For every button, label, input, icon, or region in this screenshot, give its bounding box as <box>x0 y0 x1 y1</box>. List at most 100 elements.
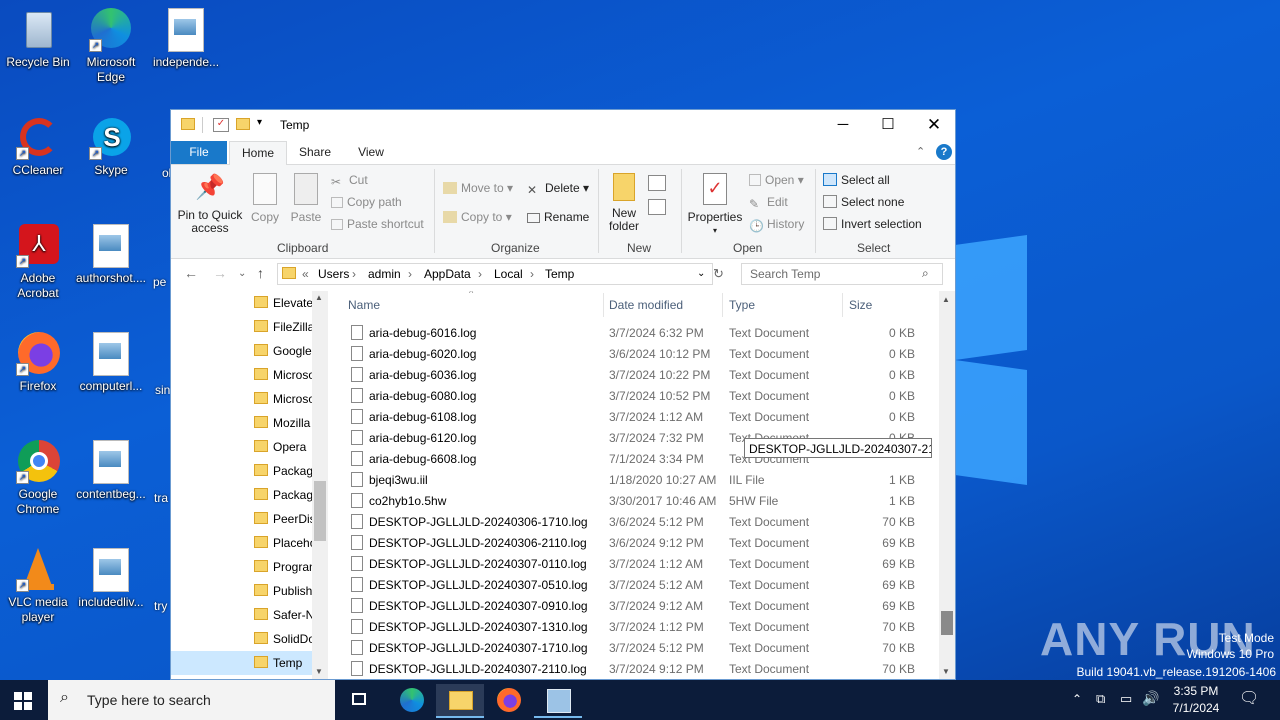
forward-arrow-icon[interactable]: → <box>213 265 227 281</box>
clock-time[interactable]: 3:35 PM <box>1173 684 1219 698</box>
desktop-icon-recycle-bin[interactable]: Recycle Bin <box>0 8 76 70</box>
close-icon[interactable]: ✕ <box>911 110 955 140</box>
file-scroll-thumb[interactable] <box>941 611 953 635</box>
collapse-ribbon-icon[interactable]: ⌃ <box>916 145 925 158</box>
properties-quick-icon[interactable]: ✓ <box>213 118 229 132</box>
clock-date[interactable]: 7/1/2024 <box>1168 701 1224 715</box>
breadcrumb-separator-icon[interactable]: › <box>408 267 412 281</box>
nav-item-folder[interactable]: PeerDis <box>251 507 321 531</box>
notification-icon[interactable]: 🗨 <box>1239 688 1259 708</box>
tab-view[interactable]: View <box>345 141 397 164</box>
desktop-icon-firefox[interactable]: ↗ Firefox <box>0 332 76 394</box>
file-row[interactable]: DESKTOP-JGLLJLD-20240307-2110.log 3/7/202… <box>347 658 917 679</box>
nav-item-folder[interactable]: FileZilla <box>251 315 321 339</box>
show-hidden-icons-chevron-icon[interactable]: ⌃ <box>1072 692 1082 706</box>
file-list-scrollbar[interactable]: ▲ ▼ <box>939 291 955 679</box>
desktop-icon-vlc[interactable]: ↗ VLC media player <box>0 548 76 625</box>
paste-shortcut-button[interactable]: Paste shortcut <box>331 217 424 231</box>
copy-to-button[interactable]: Copy to ▾ <box>443 210 512 224</box>
scroll-up-icon[interactable]: ▲ <box>315 293 323 302</box>
scroll-down-icon[interactable]: ▼ <box>315 667 323 676</box>
file-row[interactable]: DESKTOP-JGLLJLD-20240306-1710.log 3/6/202… <box>347 511 917 532</box>
delete-button[interactable]: ✕ Delete ▾ <box>527 181 589 197</box>
scroll-up-icon[interactable]: ▲ <box>942 295 950 304</box>
edge-taskbar-icon[interactable] <box>387 684 435 716</box>
new-folder-quick-icon[interactable] <box>236 118 250 130</box>
easy-access-icon[interactable] <box>648 199 666 215</box>
firefox-taskbar-icon[interactable] <box>485 684 533 716</box>
file-row[interactable]: aria-debug-6036.log 3/7/2024 10:22 PM Text… <box>347 364 917 385</box>
nav-scrollbar[interactable]: ▲ ▼ <box>312 291 328 679</box>
desktop-icon-file-authorshot[interactable]: authorshot.... <box>73 224 149 286</box>
volume-icon[interactable]: 🔊 <box>1142 690 1159 707</box>
minimize-icon[interactable]: ─ <box>820 110 866 140</box>
file-row[interactable]: DESKTOP-JGLLJLD-20240307-0110.log 3/7/202… <box>347 553 917 574</box>
cut-button[interactable]: ✂ Cut <box>331 173 368 189</box>
nav-item-folder[interactable]: Elevate <box>251 291 321 315</box>
desktop-icon-file-includedliv[interactable]: includedliv... <box>73 548 149 610</box>
navigation-pane[interactable]: Elevate FileZilla Google Microso Microso Mozi… <box>171 291 328 679</box>
pin-to-quick-access-button[interactable]: 📌 Pin to Quick access <box>177 173 243 235</box>
nav-item-folder[interactable]: Packag <box>251 459 321 483</box>
nav-item-folder[interactable]: Google <box>251 339 321 363</box>
desktop-icon-skype[interactable]: S ↗ Skype <box>73 116 149 178</box>
display-icon[interactable]: ▭ <box>1120 691 1132 707</box>
column-header-type[interactable]: Type <box>729 298 755 312</box>
breadcrumb-separator-icon[interactable]: › <box>352 267 356 281</box>
address-bar[interactable]: « Users › admin › AppData › Local › Temp… <box>277 263 713 285</box>
nav-item-folder[interactable]: SolidDo <box>251 627 321 651</box>
file-row[interactable]: aria-debug-6080.log 3/7/2024 10:52 PM Text… <box>347 385 917 406</box>
file-row[interactable]: DESKTOP-JGLLJLD-20240306-2110.log 3/6/202… <box>347 532 917 553</box>
move-to-button[interactable]: Move to ▾ <box>443 181 513 195</box>
back-arrow-icon[interactable]: ← <box>184 265 198 281</box>
nav-item-folder[interactable]: Temp <box>171 651 312 675</box>
file-row[interactable]: DESKTOP-JGLLJLD-20240307-0910.log 3/7/202… <box>347 595 917 616</box>
app-taskbar-icon[interactable] <box>534 684 582 718</box>
breadcrumb-temp[interactable]: Temp <box>545 267 574 281</box>
file-row[interactable]: aria-debug-6020.log 3/6/2024 10:12 PM Text… <box>347 343 917 364</box>
history-button[interactable]: 🕒 History <box>749 217 804 233</box>
maximize-icon[interactable]: ☐ <box>865 110 911 140</box>
breadcrumb-separator-icon[interactable]: › <box>530 267 534 281</box>
desktop-icon-label-cut[interactable]: sin <box>155 383 170 397</box>
recent-locations-chevron-icon[interactable]: ⌄ <box>238 268 246 279</box>
address-dropdown-chevron-icon[interactable]: ⌄ <box>697 268 705 279</box>
nav-item-folder[interactable]: Mozilla <box>251 411 321 435</box>
rename-button[interactable]: Rename <box>527 210 589 224</box>
desktop-icon-label-cut[interactable]: pe <box>153 275 166 289</box>
nav-item-folder[interactable]: Microso <box>251 363 321 387</box>
search-input[interactable]: Search Temp <box>750 267 820 281</box>
refresh-icon[interactable]: ↻ <box>713 266 724 282</box>
desktop-icon-file-computerl[interactable]: computerl... <box>73 332 149 394</box>
desktop-icon-acrobat[interactable]: ⅄ ↗ Adobe Acrobat <box>0 224 76 301</box>
file-row[interactable]: aria-debug-6108.log 3/7/2024 1:12 AM Text … <box>347 406 917 427</box>
column-header-date-modified[interactable]: Date modified <box>609 298 683 312</box>
desktop-icon-edge[interactable]: ↗ Microsoft Edge <box>73 8 149 85</box>
breadcrumb-local[interactable]: Local <box>494 267 523 281</box>
nav-item-folder[interactable]: Microso <box>251 387 321 411</box>
network-icon[interactable]: ⧉ <box>1096 691 1105 707</box>
nav-item-folder[interactable]: Safer-N <box>251 603 321 627</box>
open-button[interactable]: Open ▾ <box>749 173 804 187</box>
breadcrumb-admin[interactable]: admin <box>368 267 401 281</box>
nav-scroll-thumb[interactable] <box>314 481 326 541</box>
title-bar[interactable]: ✓ ▾ Temp ─ ☐ ✕ <box>171 110 955 141</box>
new-item-icon[interactable] <box>648 175 666 191</box>
help-icon[interactable]: ? <box>936 144 952 160</box>
taskbar-search-input[interactable]: Type here to search <box>87 692 211 708</box>
select-all-button[interactable]: Select all <box>823 173 890 187</box>
breadcrumb-separator-icon[interactable]: › <box>478 267 482 281</box>
edit-button[interactable]: ✎ Edit <box>749 195 788 211</box>
breadcrumb-overflow[interactable]: « <box>302 267 309 281</box>
breadcrumb-users[interactable]: Users <box>318 267 349 281</box>
tab-home[interactable]: Home <box>229 141 287 166</box>
tab-file[interactable]: File <box>171 141 227 164</box>
new-folder-button[interactable]: New folder <box>603 173 645 233</box>
copy-path-button[interactable]: Copy path <box>331 195 402 209</box>
column-header-name[interactable]: Name <box>348 298 380 312</box>
file-row[interactable]: DESKTOP-JGLLJLD-20240307-0510.log 3/7/202… <box>347 574 917 595</box>
desktop-icon-file-contentbeg[interactable]: contentbeg... <box>73 440 149 502</box>
nav-item-folder[interactable]: Opera <box>251 435 321 459</box>
file-explorer-taskbar-icon[interactable] <box>436 684 484 718</box>
properties-button[interactable]: ✓ Properties ▾ <box>686 173 744 237</box>
